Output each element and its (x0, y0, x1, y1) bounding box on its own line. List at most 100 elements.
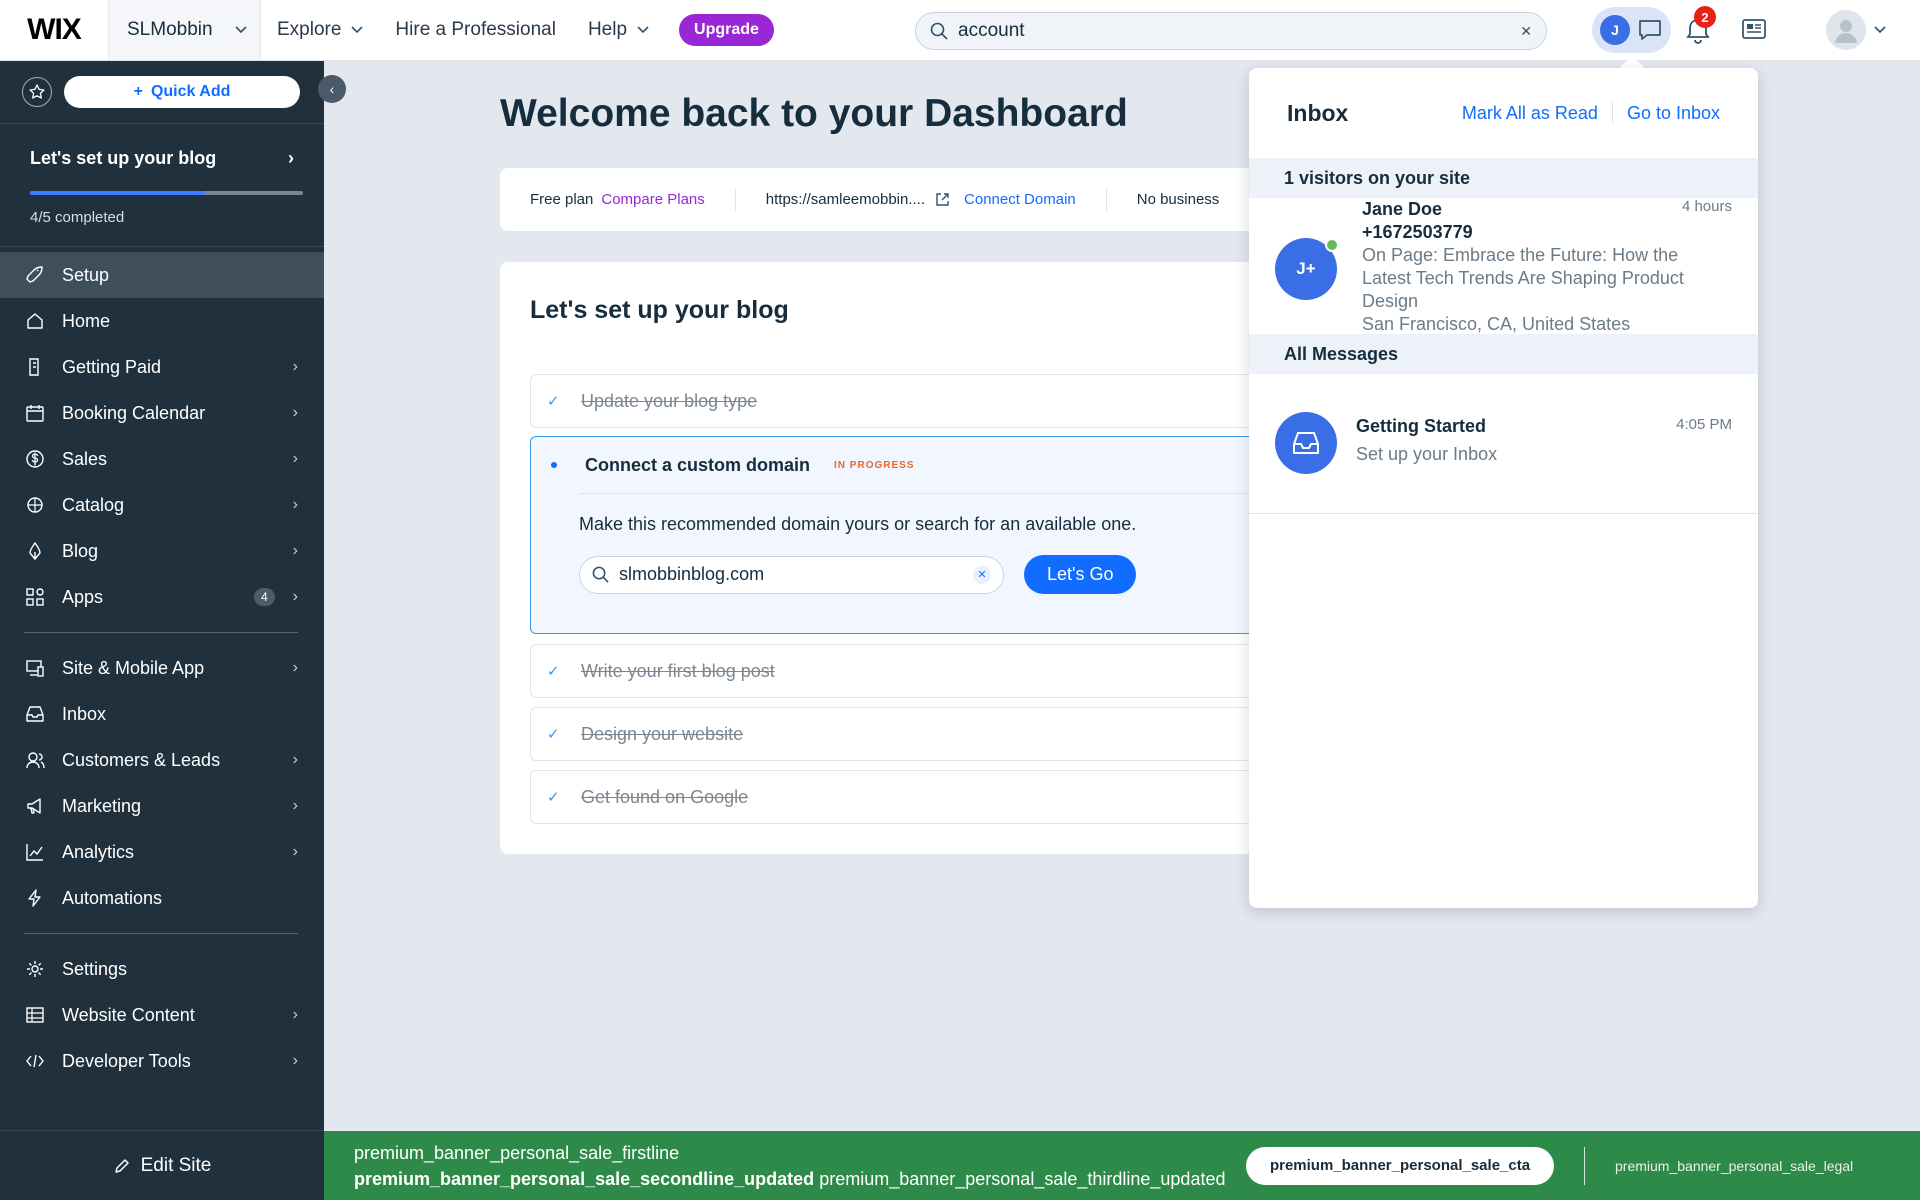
lets-go-button[interactable]: Let's Go (1024, 555, 1137, 594)
sidebar-item-setup[interactable]: Setup (0, 252, 324, 298)
business-info[interactable]: No business (1137, 191, 1220, 208)
external-link-icon[interactable] (935, 192, 950, 207)
user-avatar (1826, 10, 1866, 50)
sidebar-item-label: Home (62, 310, 111, 331)
task-connect-domain[interactable]: Connect a custom domain IN PROGRESS Make… (530, 436, 1260, 634)
check-icon: ✓ (547, 393, 560, 410)
site-url[interactable]: https://samleemobbin.... (766, 191, 925, 208)
connect-domain-link[interactable]: Connect Domain (964, 191, 1076, 208)
sidebar-item-getting-paid[interactable]: Getting Paid › (0, 344, 324, 390)
edit-site-button[interactable]: Edit Site (0, 1130, 324, 1200)
sidebar-item-customers-and-leads[interactable]: Customers & Leads › (0, 737, 324, 783)
domain-search-field[interactable]: ✕ (579, 555, 1004, 594)
sidebar-item-marketing[interactable]: Marketing › (0, 783, 324, 829)
chat-button[interactable]: J (1592, 7, 1671, 53)
message-avatar (1275, 412, 1337, 474)
quick-actions-row: + Quick Add (0, 61, 324, 123)
collapse-sidebar-button[interactable]: ‹ (318, 75, 346, 103)
sidebar-item-label: Site & Mobile App (62, 657, 205, 678)
wix-logo[interactable]: WIX (0, 0, 108, 60)
upgrade-button[interactable]: Upgrade (679, 14, 774, 46)
chevron-down-icon (234, 26, 247, 34)
sidebar-item-label: Sales (62, 448, 108, 469)
chevron-right-icon: › (292, 588, 298, 605)
sidebar-item-settings[interactable]: Settings (0, 946, 324, 992)
devices-icon (24, 657, 46, 679)
chevron-right-icon: › (288, 148, 294, 168)
task-label: Get found on Google (581, 786, 749, 807)
sidebar-item-sales[interactable]: Sales › (0, 436, 324, 482)
nav-help[interactable]: Help (572, 19, 665, 41)
notification-badge: 2 (1694, 6, 1716, 28)
inbox-tray-icon (1293, 432, 1319, 454)
task-design-website[interactable]: ✓ Design your website (530, 707, 1260, 761)
compare-plans-link[interactable]: Compare Plans (601, 191, 704, 208)
task-update-blog-type[interactable]: ✓ Update your blog type (530, 374, 1260, 428)
quick-add-button[interactable]: + Quick Add (64, 76, 300, 108)
task-label: Connect a custom domain (585, 454, 811, 475)
message-item[interactable]: Getting Started Set up your Inbox 4:05 P… (1249, 374, 1758, 514)
inbox-icon (24, 703, 46, 725)
mark-all-read-link[interactable]: Mark All as Read (1462, 103, 1598, 124)
newspaper-icon[interactable] (1741, 17, 1767, 41)
site-selector[interactable]: SLMobbin (108, 0, 261, 60)
sidebar-item-label: Settings (62, 958, 128, 979)
message-time: 4:05 PM (1676, 416, 1732, 433)
banner-legal-text[interactable]: premium_banner_personal_sale_legal (1615, 1158, 1853, 1174)
status-badge: IN PROGRESS (834, 459, 915, 471)
search-bar[interactable]: ✕ (915, 12, 1547, 50)
sidebar-item-inbox[interactable]: Inbox (0, 691, 324, 737)
sidebar-divider (24, 933, 298, 934)
banner-firstline: premium_banner_personal_sale_firstline (354, 1142, 680, 1163)
chat-avatar: J (1600, 15, 1630, 45)
visitor-item[interactable]: J+ Jane Doe +1672503779 On Page: Embrace… (1249, 198, 1758, 334)
chevron-right-icon: › (292, 751, 298, 768)
apps-count-badge: 4 (253, 588, 275, 606)
table-icon (24, 1004, 46, 1026)
sidebar-item-website-content[interactable]: Website Content › (0, 992, 324, 1038)
search-icon (930, 22, 948, 40)
sidebar-item-label: Blog (62, 540, 99, 561)
sidebar: + Quick Add ‹ Let's set up your blog › 4… (0, 61, 346, 1200)
sidebar-item-booking-calendar[interactable]: Booking Calendar › (0, 390, 324, 436)
domain-input[interactable] (619, 564, 963, 585)
banner-cta-button[interactable]: premium_banner_personal_sale_cta (1246, 1146, 1554, 1185)
nav-hire-professional[interactable]: Hire a Professional (379, 19, 572, 41)
pencil-icon (114, 1158, 129, 1173)
sidebar-item-automations[interactable]: Automations (0, 875, 324, 921)
sidebar-item-home[interactable]: Home (0, 298, 324, 344)
chevron-down-icon (351, 26, 363, 34)
setup-progress-card[interactable]: Let's set up your blog › 4/5 completed (0, 123, 324, 246)
star-icon (29, 84, 45, 99)
sidebar-item-label: Catalog (62, 494, 125, 515)
task-label: Write your first blog post (581, 660, 775, 681)
message-subtitle: Set up your Inbox (1356, 444, 1498, 464)
profile-menu[interactable] (1826, 10, 1886, 50)
messages-section-header: All Messages (1249, 334, 1758, 374)
check-icon: ✓ (547, 726, 560, 743)
chevron-right-icon: › (292, 797, 298, 814)
check-icon: ✓ (547, 663, 560, 680)
sidebar-item-label: Apps (62, 586, 104, 607)
task-get-found-google[interactable]: ✓ Get found on Google (530, 770, 1260, 824)
home-icon (24, 310, 46, 332)
sidebar-item-catalog[interactable]: Catalog › (0, 482, 324, 528)
in-progress-dot (551, 462, 557, 468)
sidebar-item-blog[interactable]: Blog › (0, 528, 324, 574)
sidebar-item-developer-tools[interactable]: Developer Tools › (0, 1038, 324, 1084)
chevron-right-icon: › (292, 358, 298, 375)
nav-explore[interactable]: Explore (261, 19, 379, 41)
sidebar-item-label: Marketing (62, 795, 142, 816)
sidebar-item-site-and-mobile-app[interactable]: Site & Mobile App › (0, 645, 324, 691)
sidebar-item-analytics[interactable]: Analytics › (0, 829, 324, 875)
sidebar-item-apps[interactable]: Apps 4 › (0, 574, 324, 620)
clear-search-icon[interactable]: ✕ (1520, 23, 1532, 40)
go-to-inbox-link[interactable]: Go to Inbox (1627, 103, 1720, 124)
task-write-first-post[interactable]: ✓ Write your first blog post (530, 644, 1260, 698)
search-input[interactable] (958, 20, 1511, 42)
rocket-icon (24, 264, 46, 286)
visitors-section-header: 1 visitors on your site (1249, 158, 1758, 198)
clear-domain-icon[interactable]: ✕ (973, 565, 991, 584)
favorites-button[interactable] (22, 77, 52, 107)
plan-label: Free plan (530, 191, 594, 208)
